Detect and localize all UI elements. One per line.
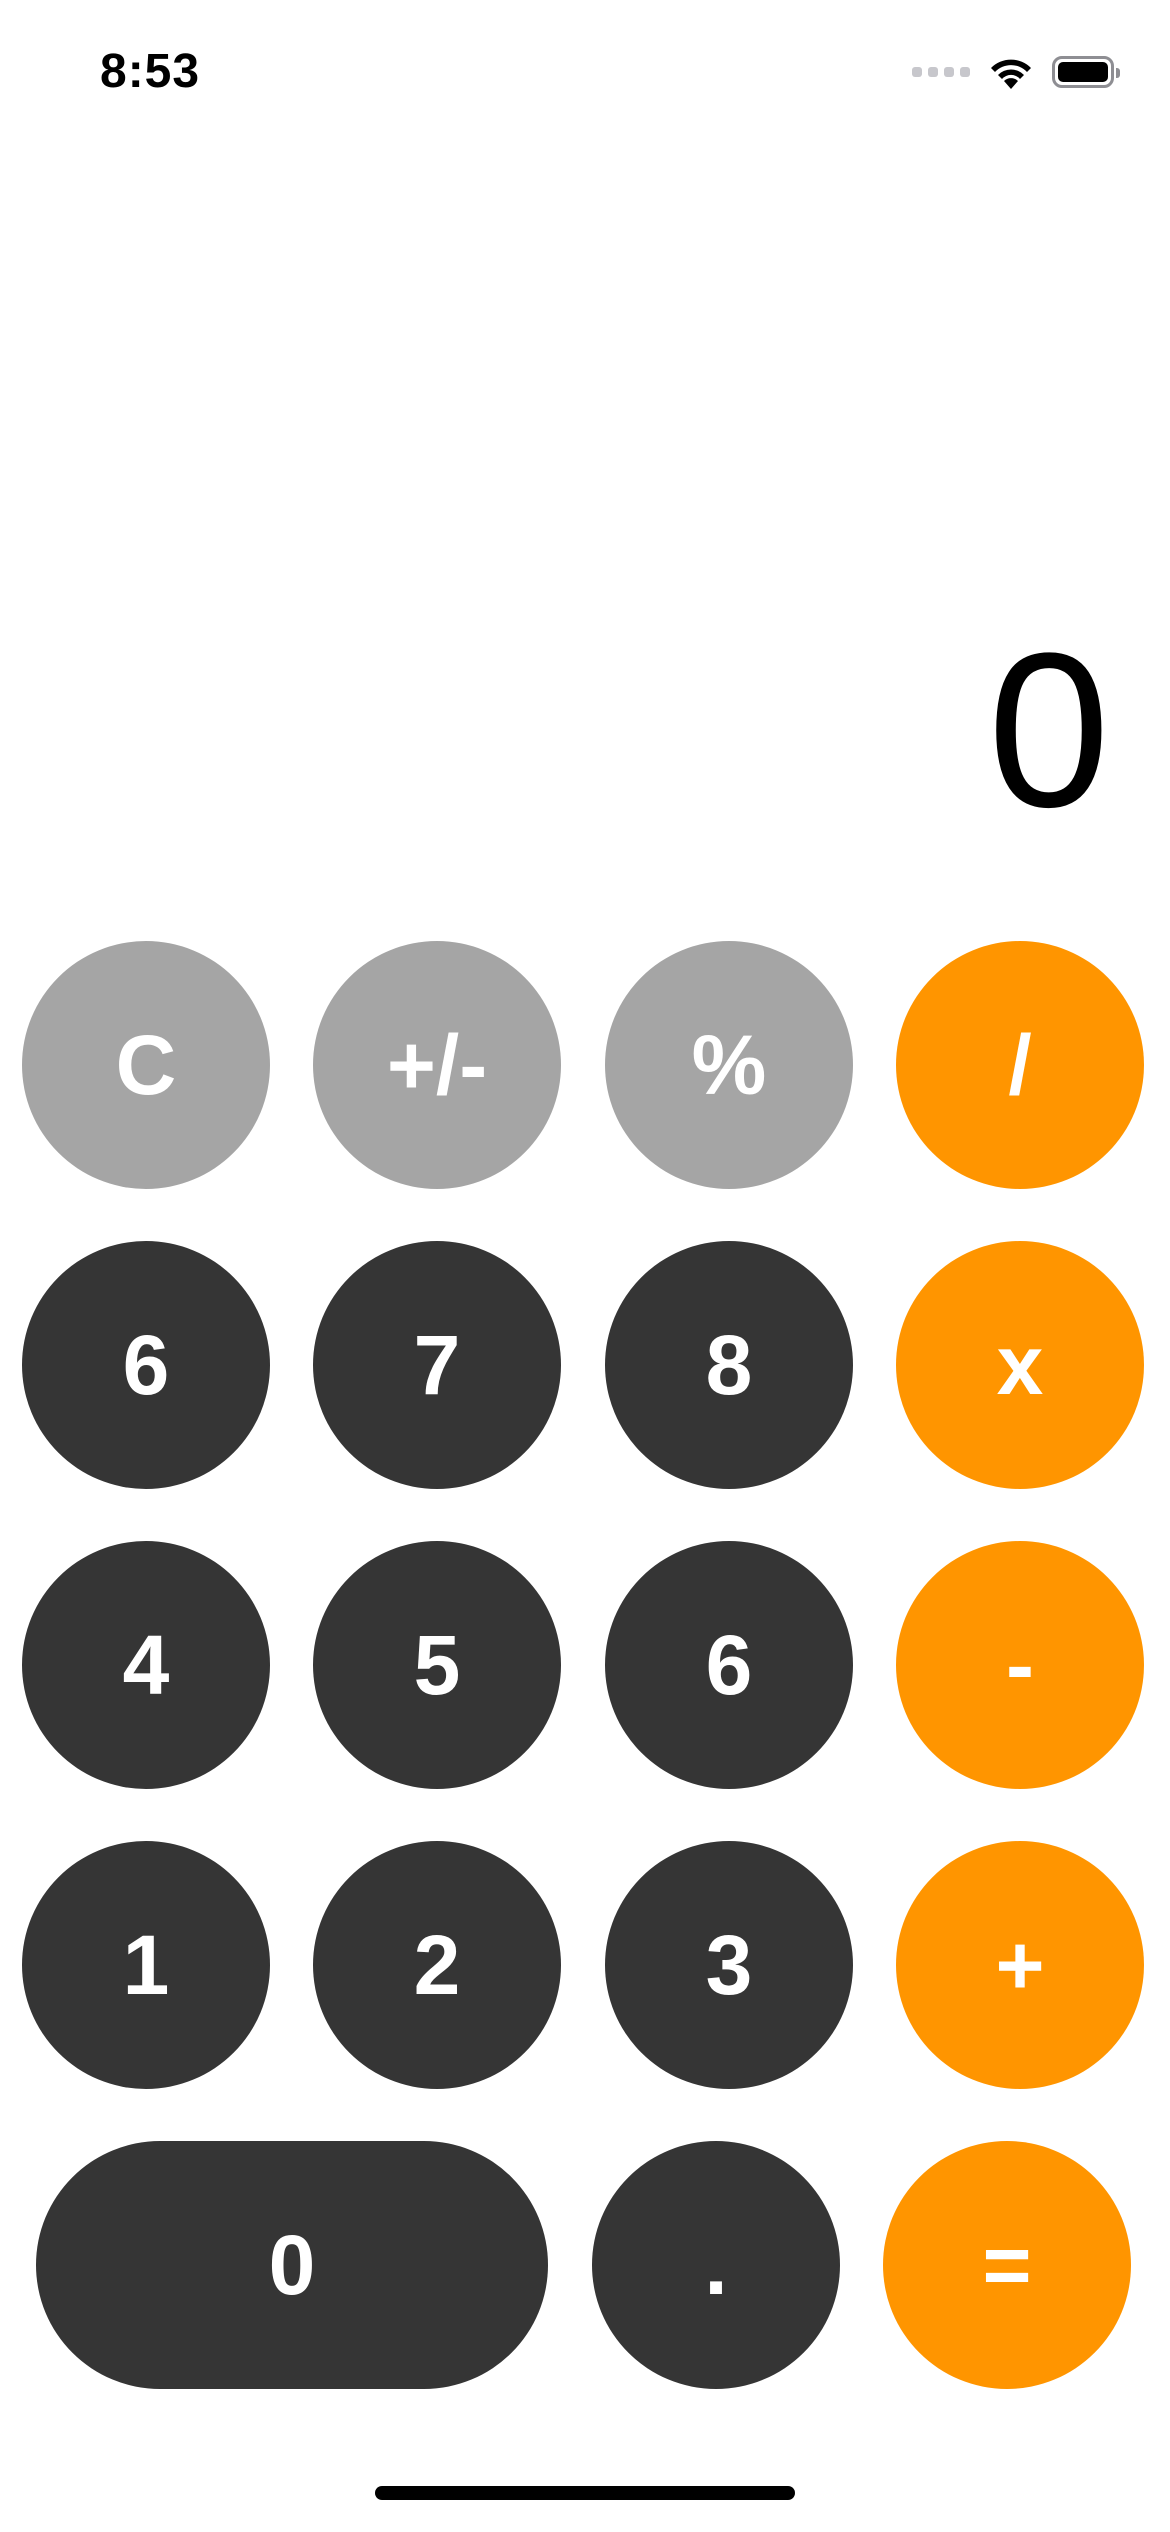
home-indicator[interactable]: [375, 2486, 795, 2500]
subtract-label: -: [1006, 1617, 1034, 1712]
add-label: +: [995, 1917, 1045, 2012]
decimal-button[interactable]: .: [592, 2141, 840, 2389]
status-icons: [912, 52, 1120, 92]
digit-6-button-top[interactable]: 6: [22, 1241, 270, 1489]
digit-label: 5: [413, 1617, 461, 1712]
digit-0-button[interactable]: 0: [36, 2141, 548, 2389]
subtract-button[interactable]: -: [896, 1541, 1144, 1789]
signal-dots-icon: [912, 67, 970, 77]
digit-7-button[interactable]: 7: [313, 1241, 561, 1489]
status-time: 8:53: [100, 45, 201, 98]
digit-label: 6: [705, 1617, 753, 1712]
digit-1-button[interactable]: 1: [22, 1841, 270, 2089]
equals-button[interactable]: =: [883, 2141, 1131, 2389]
equals-label: =: [982, 2217, 1032, 2312]
digit-4-button[interactable]: 4: [22, 1541, 270, 1789]
wifi-icon: [986, 53, 1036, 91]
digit-3-button[interactable]: 3: [605, 1841, 853, 2089]
result-display: 0: [987, 607, 1110, 853]
digit-5-button[interactable]: 5: [313, 1541, 561, 1789]
sign-toggle-label: +/-: [386, 1017, 488, 1112]
divide-button[interactable]: /: [896, 941, 1144, 1189]
digit-8-button[interactable]: 8: [605, 1241, 853, 1489]
digit-label: 2: [413, 1917, 461, 2012]
add-button[interactable]: +: [896, 1841, 1144, 2089]
percent-label: %: [691, 1017, 767, 1112]
digit-label: 4: [122, 1617, 170, 1712]
decimal-label: .: [704, 2217, 728, 2312]
calculator-screen: 8:53 0 C +/- % / 6 7 8 x 4 5 6 - 1 2 3 +…: [0, 0, 1170, 2532]
multiply-button[interactable]: x: [896, 1241, 1144, 1489]
multiply-label: x: [996, 1317, 1044, 1412]
digit-label: 1: [122, 1917, 170, 2012]
percent-button[interactable]: %: [605, 941, 853, 1189]
digit-2-button[interactable]: 2: [313, 1841, 561, 2089]
clear-button[interactable]: C: [22, 941, 270, 1189]
clear-button-label: C: [115, 1017, 177, 1112]
digit-label: 8: [705, 1317, 753, 1412]
sign-toggle-button[interactable]: +/-: [313, 941, 561, 1189]
digit-label: 6: [122, 1317, 170, 1412]
divide-label: /: [1008, 1017, 1032, 1112]
digit-label: 0: [268, 2217, 316, 2312]
digit-6-button[interactable]: 6: [605, 1541, 853, 1789]
digit-label: 7: [413, 1317, 461, 1412]
digit-label: 3: [705, 1917, 753, 2012]
battery-full-icon: [1052, 56, 1120, 88]
